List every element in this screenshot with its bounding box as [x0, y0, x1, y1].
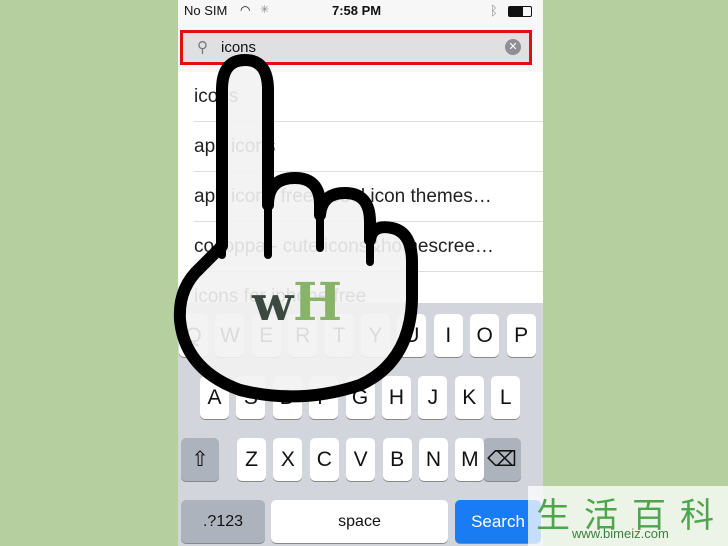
status-bar: No SIM ◠ ✳ 7:58 PM ᛒ — [178, 0, 543, 22]
key-x[interactable]: X — [273, 438, 303, 481]
key-f[interactable]: F — [309, 376, 339, 419]
key-j[interactable]: J — [418, 376, 448, 419]
watermark: 生活百科 www.bimeiz.com — [528, 486, 728, 546]
search-input[interactable]: icons — [221, 39, 256, 56]
suggestion-item[interactable]: cocoppa - cute icons&homescree… — [194, 222, 543, 272]
key-d[interactable]: D — [272, 376, 302, 419]
key-p[interactable]: P — [506, 314, 536, 357]
key-k[interactable]: K — [454, 376, 484, 419]
key-c[interactable]: C — [309, 438, 339, 481]
key-q[interactable]: Q — [179, 314, 208, 357]
clear-icon[interactable]: ✕ — [505, 39, 521, 55]
key-r[interactable]: R — [288, 314, 318, 357]
suggestion-item[interactable]: app icons free - cool icon themes… — [194, 172, 543, 222]
key-e[interactable]: E — [251, 314, 281, 357]
key-z[interactable]: Z — [237, 438, 266, 481]
activity-icon: ✳ — [260, 4, 270, 16]
watermark-url: www.bimeiz.com — [572, 526, 669, 541]
search-icon: ⚲ — [197, 39, 208, 56]
key-w[interactable]: W — [215, 314, 245, 357]
key-v[interactable]: V — [346, 438, 376, 481]
keyboard: ⇧ ⌫ .?123 space Search QWERTYUIOPASDFGHJ… — [178, 303, 543, 546]
carrier: No SIM — [184, 3, 228, 18]
key-a[interactable]: A — [200, 376, 229, 419]
key-t[interactable]: T — [324, 314, 354, 357]
suggestion-list: icons app icons app icons free - cool ic… — [178, 72, 543, 322]
key-s[interactable]: S — [236, 376, 266, 419]
delete-key[interactable]: ⌫ — [483, 438, 521, 481]
numbers-key[interactable]: .?123 — [181, 500, 265, 543]
key-g[interactable]: G — [345, 376, 375, 419]
clock: 7:58 PM — [332, 3, 382, 18]
battery-icon — [508, 6, 532, 17]
phone-screen: No SIM ◠ ✳ 7:58 PM ᛒ ⚲ icons ✕ icons app… — [178, 0, 543, 546]
key-h[interactable]: H — [382, 376, 411, 419]
shift-key[interactable]: ⇧ — [181, 438, 219, 481]
space-key[interactable]: space — [271, 500, 448, 543]
suggestion-item[interactable]: icons — [194, 72, 543, 122]
key-m[interactable]: M — [455, 438, 485, 481]
bluetooth-icon: ᛒ — [490, 3, 498, 18]
key-i[interactable]: I — [433, 314, 463, 357]
suggestion-item[interactable]: app icons — [194, 122, 543, 172]
wifi-icon: ◠ — [240, 3, 251, 17]
key-u[interactable]: U — [397, 314, 427, 357]
key-b[interactable]: B — [382, 438, 412, 481]
key-n[interactable]: N — [419, 438, 448, 481]
key-l[interactable]: L — [491, 376, 521, 419]
search-field[interactable]: ⚲ icons ✕ — [180, 30, 532, 65]
key-y[interactable]: Y — [361, 314, 390, 357]
key-o[interactable]: O — [470, 314, 500, 357]
